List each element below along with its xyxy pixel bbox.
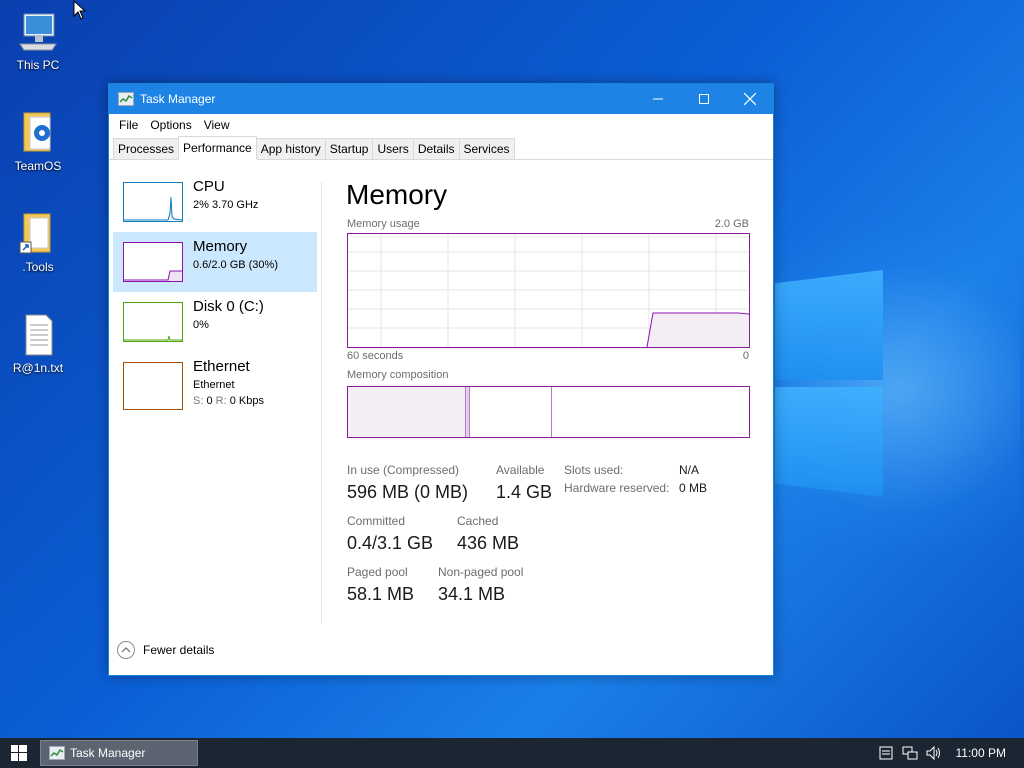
memory-usage-max: 2.0 GB: [714, 218, 749, 230]
title-bar[interactable]: Task Manager: [109, 84, 773, 114]
start-button[interactable]: [0, 738, 38, 768]
tab-details[interactable]: Details: [412, 138, 460, 159]
in-use-value: 596 MB (0 MB): [347, 482, 469, 502]
maximize-icon: [699, 94, 709, 104]
sidebar-item-detail: Ethernet: [193, 379, 235, 391]
panel-divider: [321, 182, 322, 624]
sidebar-item-detail: 2% 3.70 GHz: [193, 199, 259, 211]
composition-standby: [470, 387, 552, 437]
sidebar-item-detail: 0%: [193, 319, 209, 331]
memory-usage-label: Memory usage: [347, 218, 420, 230]
sidebar-item-name: Disk 0 (C:): [193, 298, 264, 315]
sidebar-item-throughput: S: 0 R: 0 Kbps: [193, 395, 264, 407]
task-manager-window: Task Manager File Options View Processes…: [108, 83, 774, 676]
memory-composition-bar: [347, 386, 750, 438]
tab-startup[interactable]: Startup: [324, 138, 374, 159]
window-title: Task Manager: [140, 92, 216, 106]
non-paged-pool-value: 34.1 MB: [438, 584, 506, 604]
close-button[interactable]: [727, 84, 773, 114]
desktop-icon-label: TeamOS: [14, 159, 62, 173]
hardware-reserved-value: 0 MB: [679, 481, 708, 495]
memory-usage-graph: [347, 233, 750, 348]
windows-logo-icon: [11, 745, 27, 761]
cpu-thumbnail-graph: [123, 182, 183, 222]
sidebar-item-detail: 0.6/2.0 GB (30%): [193, 259, 278, 271]
sidebar-item-cpu[interactable]: CPU 2% 3.70 GHz: [113, 172, 317, 232]
desktop-icon-rain-txt[interactable]: R@1n.txt: [0, 313, 76, 375]
sidebar-item-ethernet[interactable]: Ethernet Ethernet S: 0 R: 0 Kbps: [113, 352, 317, 412]
menu-bar: File Options View: [109, 114, 773, 136]
sidebar-item-memory[interactable]: Memory 0.6/2.0 GB (30%): [113, 232, 317, 292]
task-manager-app-icon: [118, 92, 134, 106]
desktop-icon-label: .Tools: [22, 260, 54, 274]
wallpaper-logo-pane: [775, 270, 883, 380]
system-tray: 11:00 PM: [878, 745, 1024, 761]
taskbar: Task Manager 11:00 PM: [0, 738, 1024, 768]
fewer-details-label: Fewer details: [143, 643, 215, 657]
close-icon: [744, 93, 756, 105]
graph-time-zero: 0: [742, 350, 749, 362]
memory-composition-label: Memory composition: [347, 369, 449, 381]
tab-app-history[interactable]: App history: [255, 138, 326, 159]
committed-label: Committed: [347, 514, 406, 528]
minimize-button[interactable]: [635, 84, 681, 114]
desktop-icon-teamos[interactable]: TeamOS: [0, 111, 76, 173]
disk-thumbnail-graph: [123, 302, 183, 342]
committed-value: 0.4/3.1 GB: [347, 533, 434, 553]
in-use-label: In use (Compressed): [347, 463, 460, 477]
task-manager-app-icon: [49, 746, 65, 760]
composition-in-use: [348, 387, 466, 437]
maximize-button[interactable]: [681, 84, 727, 114]
menu-file[interactable]: File: [113, 118, 144, 132]
menu-options[interactable]: Options: [144, 118, 197, 132]
desktop-icon-label: R@1n.txt: [12, 361, 64, 375]
desktop-icon-this-pc[interactable]: This PC: [0, 10, 76, 72]
menu-view[interactable]: View: [198, 118, 236, 132]
sidebar-item-name: Ethernet: [193, 358, 250, 375]
slots-used-label: Slots used:: [564, 463, 624, 477]
fewer-details-button[interactable]: Fewer details: [117, 641, 214, 659]
sidebar-item-name: Memory: [193, 238, 248, 255]
tab-services[interactable]: Services: [458, 138, 515, 159]
chevron-up-icon: [117, 641, 135, 659]
page-title: Memory: [346, 179, 448, 210]
memory-thumbnail-graph: [123, 242, 183, 282]
slots-used-value: N/A: [679, 463, 700, 477]
minimize-icon: [653, 98, 663, 100]
non-paged-pool-label: Non-paged pool: [438, 565, 524, 579]
clock[interactable]: 11:00 PM: [956, 746, 1006, 760]
paged-pool-value: 58.1 MB: [347, 584, 415, 604]
tab-strip: Processes Performance App history Startu…: [109, 136, 773, 160]
sidebar-item-name: CPU: [193, 178, 225, 195]
tab-processes[interactable]: Processes: [113, 138, 180, 159]
folder-shortcut-icon: [18, 212, 58, 256]
sidebar-item-disk[interactable]: Disk 0 (C:) 0%: [113, 292, 317, 352]
available-value: 1.4 GB: [496, 482, 553, 502]
wallpaper-logo-pane: [775, 387, 883, 497]
tab-users[interactable]: Users: [372, 138, 414, 159]
text-file-icon: [18, 313, 58, 357]
graph-time-label: 60 seconds: [347, 350, 404, 362]
network-icon[interactable]: [902, 745, 918, 761]
desktop-icon-tools[interactable]: .Tools: [0, 212, 76, 274]
cached-label: Cached: [457, 514, 499, 528]
taskbar-task-label: Task Manager: [70, 746, 146, 760]
available-label: Available: [496, 463, 545, 477]
composition-free: [552, 387, 749, 437]
taskbar-task-manager[interactable]: Task Manager: [40, 740, 198, 766]
folder-gear-icon: [18, 111, 58, 155]
tab-performance[interactable]: Performance: [178, 136, 257, 160]
performance-sidebar: CPU 2% 3.70 GHz Memory 0.6/2.0 GB (30%) …: [109, 162, 321, 632]
paged-pool-label: Paged pool: [347, 565, 408, 579]
computer-icon: [18, 10, 58, 54]
cached-value: 436 MB: [457, 533, 520, 553]
action-center-icon[interactable]: [878, 745, 894, 761]
volume-icon[interactable]: [926, 745, 942, 761]
desktop-icon-label: This PC: [16, 58, 60, 72]
hardware-reserved-label: Hardware reserved:: [564, 481, 670, 495]
ethernet-thumbnail-graph: [123, 362, 183, 410]
